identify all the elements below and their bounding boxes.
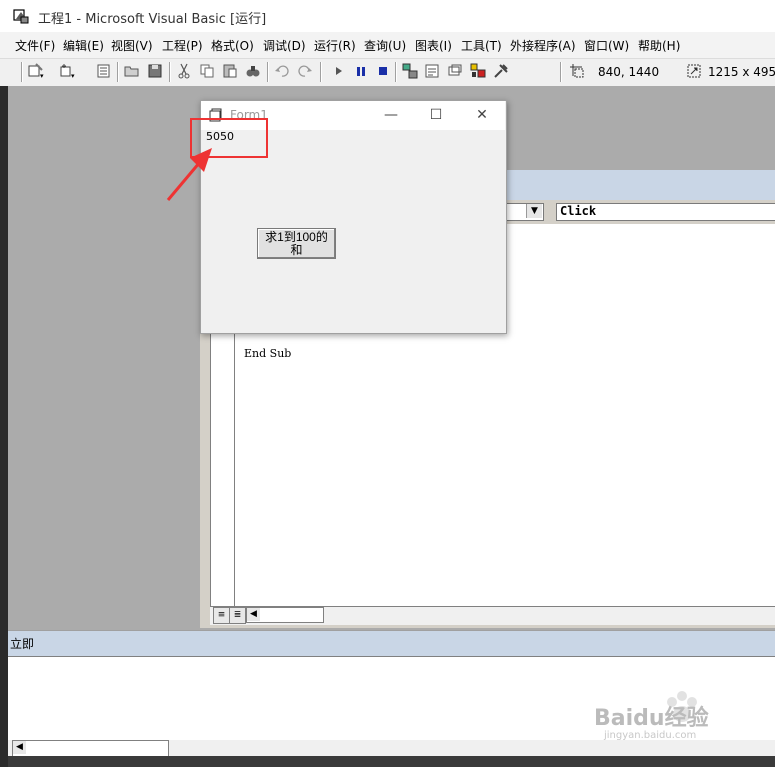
- toolbar-separator: [169, 62, 171, 82]
- run-icon[interactable]: [330, 62, 348, 80]
- add-project-icon[interactable]: ▾: [27, 62, 45, 80]
- svg-text:▾: ▾: [40, 72, 44, 80]
- toolbar-separator: [395, 62, 397, 82]
- immediate-horizontal-scrollbar[interactable]: [12, 740, 169, 757]
- menu-window[interactable]: 窗口(W): [584, 37, 629, 54]
- menu-edit[interactable]: 编辑(E): [63, 37, 104, 54]
- toolbar-separator: [560, 62, 562, 82]
- menu-tools[interactable]: 工具(T): [461, 37, 502, 54]
- code-line: End Sub: [244, 347, 292, 360]
- redo-icon[interactable]: [296, 62, 314, 80]
- paste-icon[interactable]: [221, 62, 239, 80]
- menu-query[interactable]: 查询(U): [364, 37, 406, 54]
- menu-debug[interactable]: 调试(D): [263, 37, 306, 54]
- add-form-icon[interactable]: ▾: [58, 62, 76, 80]
- break-icon[interactable]: [352, 62, 370, 80]
- close-button[interactable]: ✕: [462, 104, 502, 126]
- full-module-view-button[interactable]: ≣: [229, 607, 246, 624]
- bottom-strip: [8, 756, 775, 767]
- properties-icon[interactable]: [423, 62, 441, 80]
- project-explorer-icon[interactable]: [401, 62, 419, 80]
- window-title: 工程1 - Microsoft Visual Basic [运行]: [38, 12, 267, 27]
- toolbar-separator: [267, 62, 269, 82]
- menu-addins[interactable]: 外接程序(A): [510, 37, 576, 54]
- position-readout: 840, 1440: [598, 65, 660, 79]
- size-icon: [687, 64, 701, 78]
- stop-icon[interactable]: [374, 62, 392, 80]
- toolbox-icon[interactable]: [492, 62, 510, 80]
- undo-icon[interactable]: [273, 62, 291, 80]
- scroll-left-icon[interactable]: ◀: [247, 608, 260, 621]
- cut-icon[interactable]: [175, 62, 193, 80]
- menu-file[interactable]: 文件(F): [15, 37, 55, 54]
- scroll-left-icon[interactable]: ◀: [13, 741, 26, 754]
- copy-icon[interactable]: [198, 62, 216, 80]
- form-layout-icon[interactable]: [446, 62, 464, 80]
- left-border: [0, 86, 8, 767]
- arrow-icon: [166, 148, 212, 201]
- object-browser-icon[interactable]: [469, 62, 487, 80]
- menu-help[interactable]: 帮助(H): [638, 37, 680, 54]
- immediate-window-label: 立即: [10, 637, 35, 651]
- vb-app-icon: [13, 9, 29, 24]
- position-icon: [570, 64, 584, 78]
- menu-diagram[interactable]: 图表(I): [415, 37, 452, 54]
- menu-format[interactable]: 格式(O): [211, 37, 254, 54]
- watermark-subtext: jingyan.baidu.com: [604, 730, 697, 741]
- toolbar-separator: [320, 62, 322, 82]
- sum-button[interactable]: 求1到100的和: [257, 228, 336, 259]
- toolbar-grip: [21, 62, 23, 82]
- menu-editor-icon[interactable]: [95, 62, 113, 80]
- menu-run[interactable]: 运行(R): [314, 37, 356, 54]
- watermark-text: Baidu经验: [594, 706, 709, 731]
- procedure-combo-value: Click: [560, 204, 597, 218]
- minimize-button[interactable]: —: [371, 104, 411, 126]
- open-folder-icon[interactable]: [123, 62, 141, 80]
- menu-view[interactable]: 视图(V): [111, 37, 153, 54]
- size-readout: 1215 x 495: [708, 65, 775, 79]
- toolbar-separator: [117, 62, 119, 82]
- find-icon[interactable]: [244, 62, 262, 80]
- maximize-button[interactable]: ☐: [416, 104, 456, 126]
- save-icon[interactable]: [146, 62, 164, 80]
- immediate-window-title: [8, 630, 775, 657]
- procedure-view-button[interactable]: ≡: [213, 607, 230, 624]
- object-combo-dropdown[interactable]: ▼: [526, 204, 542, 218]
- menu-project[interactable]: 工程(P): [162, 37, 203, 54]
- svg-text:▾: ▾: [71, 72, 75, 80]
